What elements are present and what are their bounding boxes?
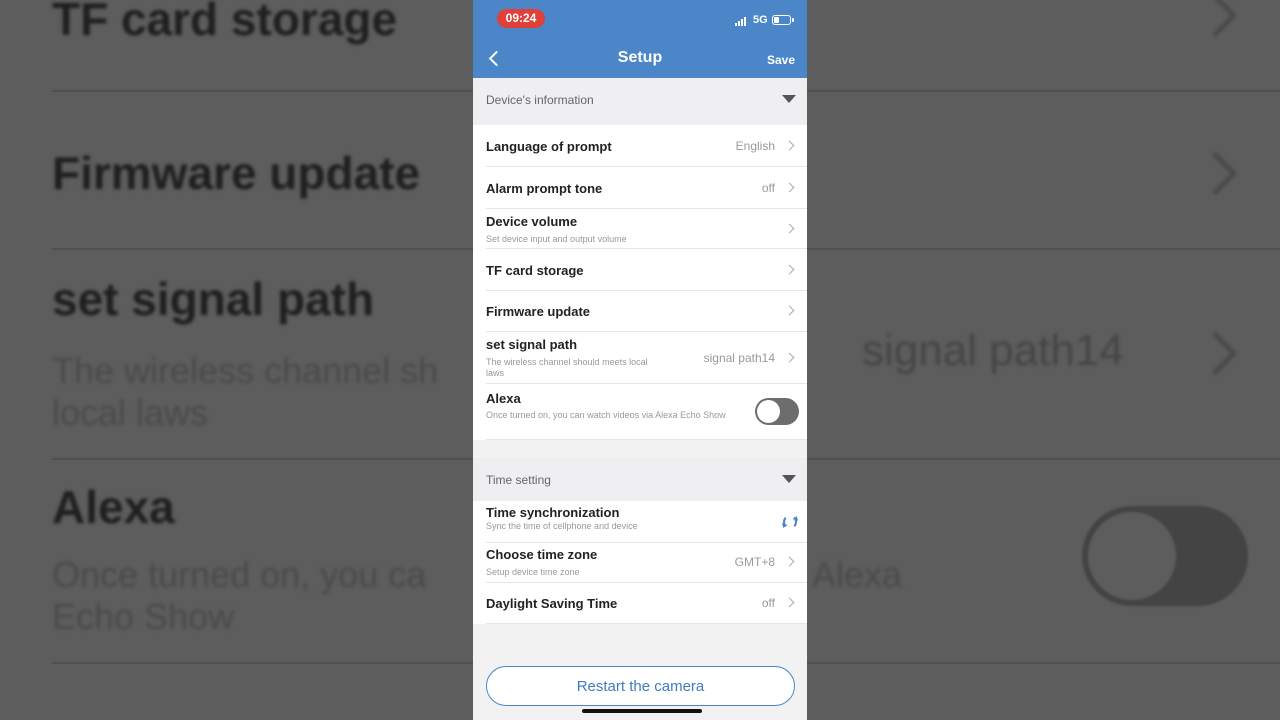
language-value: English xyxy=(735,139,775,153)
row-signal-path[interactable]: set signal path The wireless channel sho… xyxy=(473,332,807,384)
chevron-right-icon xyxy=(784,182,795,193)
bg-alexa-sub-tail: Alexa xyxy=(812,554,903,595)
bg-chevron-icon xyxy=(1193,331,1238,376)
row-time-sync[interactable]: Time synchronization Sync the time of ce… xyxy=(473,501,807,543)
time-sync-label: Time synchronization xyxy=(486,505,620,520)
timezone-label: Choose time zone xyxy=(486,547,598,562)
save-button[interactable]: Save xyxy=(767,53,795,67)
chevron-right-icon xyxy=(784,264,795,275)
page-title: Setup xyxy=(617,49,663,66)
chevron-right-icon xyxy=(784,140,795,151)
row-alarm-tone[interactable]: Alarm prompt tone off xyxy=(473,167,807,209)
timezone-value: GMT+8 xyxy=(734,555,775,569)
row-device-volume[interactable]: Device volume Set device input and outpu… xyxy=(473,209,807,249)
tf-card-label: TF card storage xyxy=(486,263,584,278)
row-firmware[interactable]: Firmware update xyxy=(473,291,807,332)
chevron-right-icon xyxy=(784,305,795,316)
restart-camera-button[interactable]: Restart the camera xyxy=(486,666,795,706)
chevron-right-icon xyxy=(784,597,795,608)
bg-tf-card-label: TF card storage xyxy=(52,0,398,45)
signal-icon xyxy=(735,16,749,26)
device-volume-label: Device volume xyxy=(486,214,578,229)
chevron-right-icon xyxy=(784,556,795,567)
network-label: 5G xyxy=(753,14,768,26)
section-device-info-label: Device's information xyxy=(486,93,594,107)
time-sync-sub: Sync the time of cellphone and device xyxy=(486,521,638,531)
bg-alexa-label: Alexa xyxy=(52,481,175,533)
alexa-sub: Once turned on, you can watch videos via… xyxy=(486,410,726,420)
row-timezone[interactable]: Choose time zone Setup device time zone … xyxy=(473,543,807,583)
signal-path-sub: The wireless channel should meets local … xyxy=(486,357,648,378)
bg-chevron-icon xyxy=(1193,0,1238,38)
bg-signal-sub-2: local laws xyxy=(52,392,209,433)
bg-chevron-icon xyxy=(1193,151,1238,196)
row-dst[interactable]: Daylight Saving Time off xyxy=(473,583,807,624)
collapse-triangle-icon xyxy=(782,95,796,103)
alarm-tone-label: Alarm prompt tone xyxy=(486,181,603,196)
chevron-right-icon xyxy=(784,352,795,363)
row-language[interactable]: Language of prompt English xyxy=(473,125,807,167)
signal-path-label: set signal path xyxy=(486,337,578,352)
bg-signal-label: set signal path xyxy=(52,273,375,325)
toggle-knob xyxy=(757,400,780,423)
dst-value: off xyxy=(761,596,775,610)
refresh-icon[interactable] xyxy=(783,515,797,529)
alexa-label: Alexa xyxy=(486,391,521,406)
home-indicator xyxy=(582,709,702,713)
bg-signal-value: signal path14 xyxy=(862,326,1124,375)
phone-screen: 09:24 5G Setup Save Device's information… xyxy=(473,0,807,720)
device-volume-sub: Set device input and output volume xyxy=(486,234,627,244)
section-time-setting[interactable]: Time setting xyxy=(473,458,807,501)
row-tf-card[interactable]: TF card storage xyxy=(473,249,807,291)
bg-alexa-sub-2: Echo Show xyxy=(52,596,235,637)
timezone-sub: Setup device time zone xyxy=(486,567,580,577)
collapse-triangle-icon xyxy=(782,475,796,483)
section-time-setting-label: Time setting xyxy=(486,473,551,487)
section-device-info[interactable]: Device's information xyxy=(473,78,807,125)
bg-alexa-sub: Once turned on, you ca xyxy=(52,554,427,595)
language-label: Language of prompt xyxy=(486,139,612,154)
status-time: 09:24 xyxy=(497,9,545,28)
alexa-toggle[interactable] xyxy=(755,398,799,425)
bg-toggle xyxy=(1082,506,1248,606)
firmware-label: Firmware update xyxy=(486,304,591,319)
battery-icon xyxy=(772,15,794,25)
bg-signal-sub: The wireless channel sh xyxy=(52,350,439,391)
chevron-right-icon xyxy=(784,223,795,234)
row-alexa: Alexa Once turned on, you can watch vide… xyxy=(473,384,807,440)
signal-path-value: signal path14 xyxy=(703,351,775,365)
nav-bar: 09:24 5G Setup Save xyxy=(473,0,807,78)
dst-label: Daylight Saving Time xyxy=(486,596,618,611)
bg-firmware-label: Firmware update xyxy=(52,147,421,199)
alarm-tone-value: off xyxy=(761,181,775,195)
